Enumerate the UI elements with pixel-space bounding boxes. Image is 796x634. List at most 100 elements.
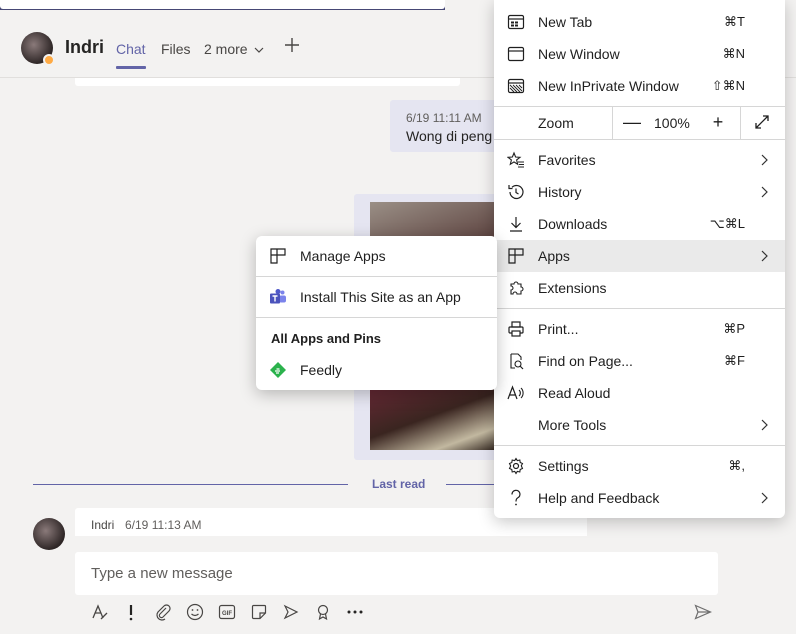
zoom-level: 100% — [654, 115, 690, 131]
praise-icon[interactable] — [312, 601, 334, 623]
avatar[interactable] — [21, 32, 55, 66]
menu-item-help-and-feedback[interactable]: Help and Feedback — [494, 482, 785, 514]
menu-item-label: History — [538, 184, 582, 200]
last-read-label: Last read — [372, 477, 426, 491]
new-tab-icon — [506, 12, 526, 32]
extensions-icon — [506, 278, 526, 298]
menu-item-favorites[interactable]: Favorites — [494, 144, 785, 176]
menu-item-label: More Tools — [538, 417, 607, 433]
menu-item-find-on-page[interactable]: Find on Page... ⌘F — [494, 345, 785, 377]
plus-icon[interactable] — [284, 36, 300, 59]
presence-away-icon — [43, 54, 55, 66]
menu-item-label: Apps — [538, 248, 570, 264]
tab-chat[interactable]: Chat — [116, 41, 146, 57]
message-author: Indri — [91, 518, 115, 532]
menu-item-more-tools[interactable]: More Tools — [494, 409, 785, 441]
format-icon[interactable] — [88, 601, 110, 623]
tab-more-label: 2 more — [204, 41, 248, 57]
search-box[interactable] — [0, 0, 445, 9]
menu-item-label: Print... — [538, 321, 579, 337]
message-timestamp: 6/19 11:11 AM — [406, 111, 482, 125]
more-options-icon[interactable] — [344, 601, 366, 623]
gif-icon[interactable]: GIF — [216, 601, 238, 623]
sent-message-bubble[interactable]: 6/19 11:11 AM Wong di peng — [390, 100, 510, 152]
menu-item-new-inprivate-window[interactable]: New InPrivate Window ⇧⌘N — [494, 70, 785, 102]
menu-item-label: Favorites — [538, 152, 596, 168]
menu-separator — [494, 308, 785, 309]
svg-text:GIF: GIF — [222, 611, 232, 617]
zoom-in-button[interactable]: + — [708, 112, 728, 132]
menu-item-extensions[interactable]: Extensions — [494, 272, 785, 304]
menu-item-new-window[interactable]: New Window ⌘N — [494, 38, 785, 70]
favorites-icon — [506, 150, 526, 170]
teams-app-icon — [268, 287, 288, 307]
fullscreen-icon[interactable] — [752, 112, 772, 132]
pinned-app-feedly[interactable]: Feedly — [256, 352, 497, 388]
menu-separator — [256, 317, 497, 318]
chevron-right-icon — [761, 419, 768, 431]
attach-icon[interactable] — [152, 601, 174, 623]
menu-item-label: New Tab — [538, 14, 593, 30]
manage-apps-item[interactable]: Manage Apps — [256, 238, 497, 274]
menu-item-new-tab[interactable]: New Tab ⌘T — [494, 6, 785, 38]
chevron-right-icon — [761, 154, 768, 166]
emoji-icon[interactable] — [184, 601, 206, 623]
browser-settings-menu: New Tab ⌘T New Window ⌘N New InPrivate W… — [494, 0, 785, 518]
menu-item-shortcut: ⌘, — [728, 458, 745, 473]
menu-item-shortcut: ⌥⌘L — [709, 216, 745, 231]
download-icon — [506, 214, 526, 234]
find-on-page-icon — [506, 351, 526, 371]
menu-item-apps[interactable]: Apps — [494, 240, 785, 272]
install-site-as-app-item[interactable]: Install This Site as an App — [256, 279, 497, 315]
chevron-right-icon — [761, 250, 768, 262]
menu-item-history[interactable]: History — [494, 176, 785, 208]
help-icon — [506, 488, 526, 508]
menu-item-shortcut: ⌘F — [724, 353, 745, 368]
menu-item-label: Find on Page... — [538, 353, 633, 369]
inprivate-window-icon — [506, 76, 526, 96]
compose-box[interactable]: Type a new message — [75, 552, 718, 595]
menu-item-shortcut: ⇧⌘N — [711, 78, 745, 93]
previous-message-card — [75, 78, 460, 86]
menu-item-print[interactable]: Print... ⌘P — [494, 313, 785, 345]
menu-item-label: Feedly — [300, 362, 343, 378]
avatar[interactable] — [33, 518, 65, 550]
send-icon[interactable] — [692, 601, 714, 623]
chevron-right-icon — [761, 186, 768, 198]
menu-item-settings[interactable]: Settings ⌘, — [494, 450, 785, 482]
menu-item-label: Downloads — [538, 216, 608, 232]
read-aloud-icon — [506, 383, 526, 403]
menu-item-label: Install This Site as an App — [300, 289, 461, 305]
menu-separator — [494, 445, 785, 446]
menu-item-label: Help and Feedback — [538, 490, 660, 506]
all-apps-heading: All Apps and Pins — [271, 331, 382, 346]
message-timestamp: 6/19 11:13 AM — [125, 518, 202, 532]
apps-icon — [268, 246, 288, 266]
zoom-label: Zoom — [538, 115, 574, 131]
apps-icon — [506, 246, 526, 266]
message-text: Wong di peng — [406, 128, 493, 144]
new-window-icon — [506, 44, 526, 64]
zoom-divider — [740, 106, 741, 139]
menu-item-shortcut: ⌘T — [724, 14, 745, 29]
print-icon — [506, 319, 526, 339]
meet-now-icon[interactable] — [280, 601, 302, 623]
apps-submenu: Manage Apps Install This Site as an App … — [256, 236, 497, 390]
active-tab-indicator — [116, 66, 146, 69]
menu-item-label: New InPrivate Window — [538, 78, 679, 94]
menu-item-label: Read Aloud — [538, 385, 611, 401]
tab-more[interactable]: 2 more — [204, 41, 264, 57]
last-read-divider-left — [33, 484, 348, 485]
menu-item-read-aloud[interactable]: Read Aloud — [494, 377, 785, 409]
message-input[interactable]: Type a new message — [91, 565, 233, 582]
zoom-out-button[interactable]: — — [622, 112, 642, 132]
important-icon[interactable] — [120, 601, 142, 623]
chevron-right-icon — [761, 492, 768, 504]
menu-item-downloads[interactable]: Downloads ⌥⌘L — [494, 208, 785, 240]
sticker-icon[interactable] — [248, 601, 270, 623]
menu-separator — [256, 276, 497, 277]
gear-icon — [506, 456, 526, 476]
tab-files[interactable]: Files — [161, 41, 191, 57]
menu-item-label: New Window — [538, 46, 620, 62]
feedly-icon — [268, 360, 288, 380]
